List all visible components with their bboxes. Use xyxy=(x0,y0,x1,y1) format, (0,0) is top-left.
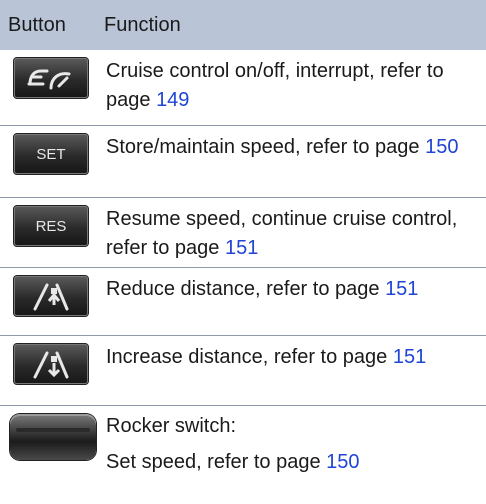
page-link[interactable]: 150 xyxy=(326,451,359,473)
page-link[interactable]: 149 xyxy=(156,89,189,111)
page-link[interactable]: 151 xyxy=(393,346,426,368)
function-text: Resume speed, continue cruise control, r… xyxy=(106,208,458,259)
function-text: Rocker switch: Set speed, refer to page … xyxy=(106,415,360,473)
function-text: Reduce distance, refer to page 151 xyxy=(106,278,419,300)
table-row: Reduce distance, refer to page 151 xyxy=(0,268,486,336)
table-row: RES Resume speed, continue cruise contro… xyxy=(0,198,486,268)
table-header: Button Function xyxy=(0,0,486,50)
set-button: SET xyxy=(14,134,88,174)
function-text: Cruise control on/off, interrupt, refer … xyxy=(106,60,444,111)
header-function: Function xyxy=(104,13,181,36)
header-button: Button xyxy=(8,13,66,36)
page-link[interactable]: 150 xyxy=(425,136,458,158)
table-row: SET Store/maintain speed, refer to page … xyxy=(0,126,486,198)
res-button: RES xyxy=(14,206,88,246)
table-row: Cruise control on/off, interrupt, refer … xyxy=(0,50,486,126)
distance-increase-icon xyxy=(14,344,88,384)
page-link[interactable]: 151 xyxy=(225,237,258,259)
function-text: Store/maintain speed, refer to page 150 xyxy=(106,136,459,158)
rocker-switch-icon xyxy=(10,414,96,460)
table-row: Increase distance, refer to page 151 xyxy=(0,336,486,406)
cruise-control-icon xyxy=(14,58,88,98)
table-row: Rocker switch: Set speed, refer to page … xyxy=(0,406,486,504)
function-text: Increase distance, refer to page 151 xyxy=(106,346,427,368)
distance-reduce-icon xyxy=(14,276,88,316)
page-link[interactable]: 151 xyxy=(385,278,418,300)
button-function-table: Button Function Cruise control on/off, i… xyxy=(0,0,486,504)
